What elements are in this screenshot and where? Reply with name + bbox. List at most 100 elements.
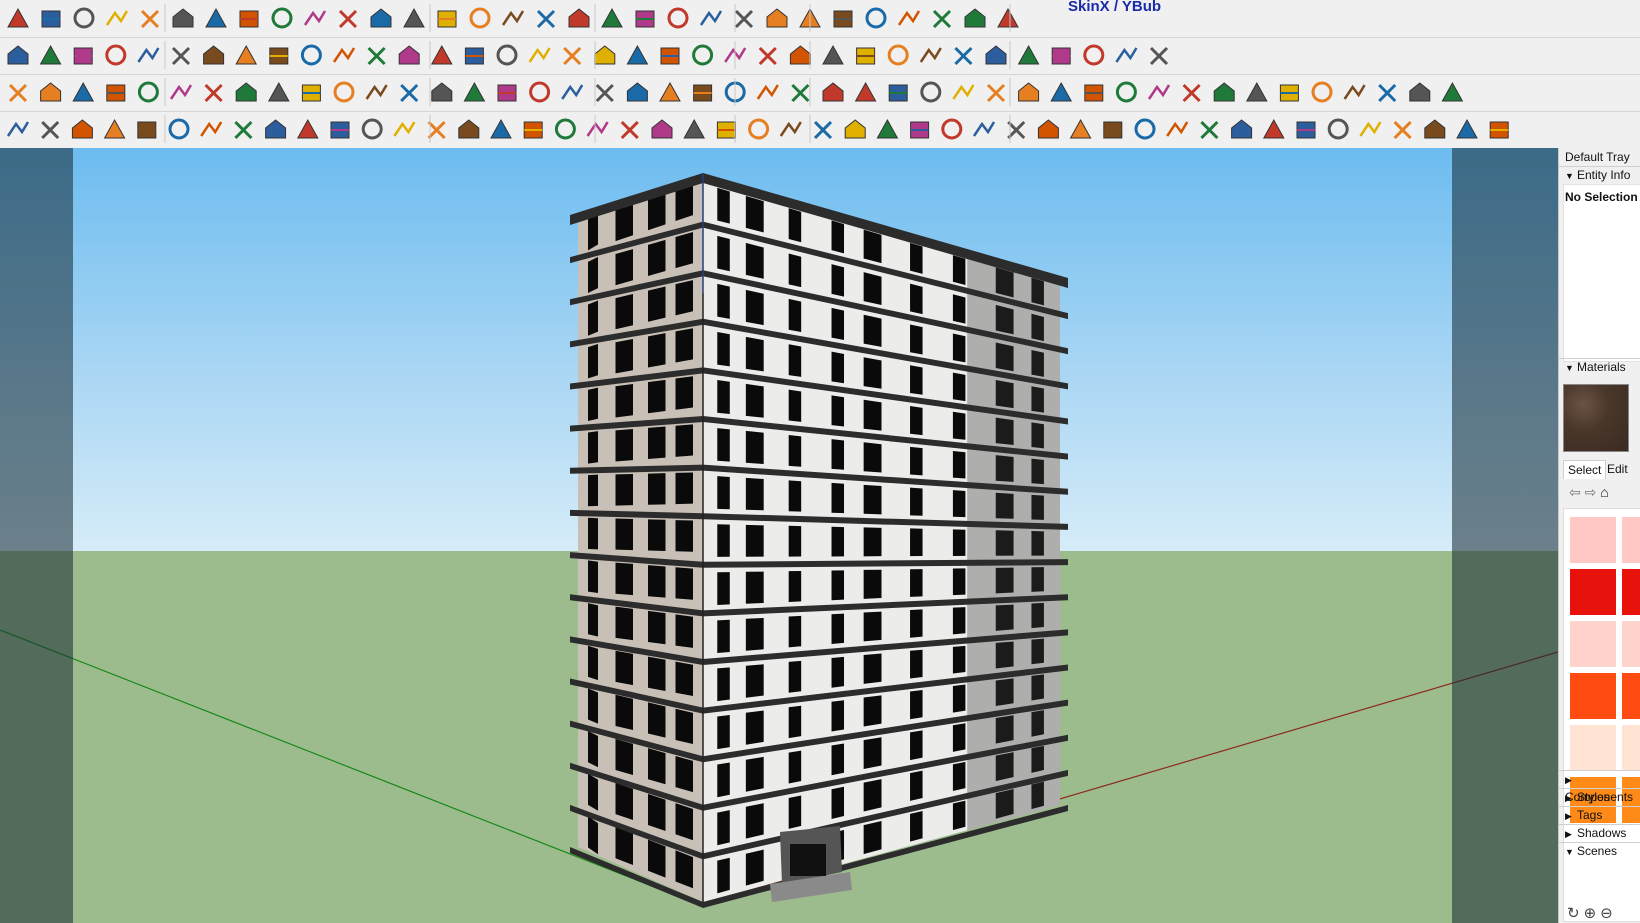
material-swatch[interactable] <box>1622 725 1640 771</box>
back-arrow-icon[interactable]: ⇦ <box>1569 484 1581 500</box>
r2-04-icon[interactable] <box>105 44 127 66</box>
text-icon[interactable] <box>403 7 425 28</box>
r4-34-icon[interactable] <box>1069 118 1092 139</box>
r2-27-icon[interactable] <box>856 47 876 65</box>
r3-06-icon[interactable] <box>169 84 193 100</box>
r3-36-icon[interactable] <box>1147 84 1171 100</box>
r2-29-icon[interactable] <box>919 47 942 63</box>
freehand-icon[interactable] <box>73 7 95 29</box>
layers-2-icon[interactable] <box>897 10 921 26</box>
r3-30-icon[interactable] <box>952 84 975 100</box>
r3-02-icon[interactable] <box>40 82 62 102</box>
r2-08-icon[interactable] <box>235 44 258 65</box>
layers-4-icon[interactable] <box>964 8 986 28</box>
r4-12-icon[interactable] <box>361 118 383 140</box>
r2-11-icon[interactable] <box>332 47 356 63</box>
materials-header[interactable]: ▼ Materials <box>1559 358 1640 375</box>
r4-18-icon[interactable] <box>554 118 576 140</box>
freehand-dropdown-icon[interactable] <box>105 10 129 26</box>
material-swatch[interactable] <box>1570 725 1616 771</box>
r4-32-icon[interactable] <box>1007 120 1026 140</box>
r3-10-icon[interactable] <box>301 84 321 102</box>
r4-25-icon[interactable] <box>779 121 802 137</box>
r3-01-icon[interactable] <box>8 83 28 103</box>
r3-42-icon[interactable] <box>1343 84 1366 100</box>
r4-11-icon[interactable] <box>330 121 350 139</box>
r2-10-icon[interactable] <box>300 44 322 66</box>
r4-21-icon[interactable] <box>651 119 673 139</box>
r3-17-icon[interactable] <box>529 81 551 103</box>
r3-20-icon[interactable] <box>626 82 648 102</box>
zoom-extents-icon[interactable] <box>568 8 590 28</box>
r3-45-icon[interactable] <box>1441 81 1464 102</box>
rectangle-icon[interactable] <box>140 9 160 29</box>
r4-15-icon[interactable] <box>458 119 480 139</box>
r2-32-icon[interactable] <box>1017 44 1040 65</box>
move-icon[interactable] <box>271 7 293 29</box>
material-swatch[interactable] <box>1570 517 1616 563</box>
tape-measure-icon[interactable] <box>370 8 392 28</box>
material-swatch[interactable] <box>1570 569 1616 615</box>
r2-16-icon[interactable] <box>496 44 518 66</box>
panel-tags[interactable]: ▶ Tags <box>1559 806 1640 823</box>
r3-18-icon[interactable] <box>561 84 584 100</box>
r3-07-icon[interactable] <box>204 83 223 103</box>
r4-06-icon[interactable] <box>168 118 190 140</box>
tab-select[interactable]: Select <box>1563 460 1607 479</box>
home-icon[interactable]: ⌂ <box>1600 484 1608 500</box>
r2-12-icon[interactable] <box>367 46 386 66</box>
forward-arrow-icon[interactable]: ⇨ <box>1585 484 1597 500</box>
r3-26-icon[interactable] <box>822 82 844 102</box>
r4-13-icon[interactable] <box>393 121 416 137</box>
r4-36-icon[interactable] <box>1134 118 1156 140</box>
r2-05-icon[interactable] <box>137 47 160 63</box>
r3-24-icon[interactable] <box>756 84 779 100</box>
r4-38-icon[interactable] <box>1200 120 1219 140</box>
r4-17-icon[interactable] <box>523 121 543 139</box>
r3-05-icon[interactable] <box>137 81 159 103</box>
pan-icon[interactable] <box>501 10 525 26</box>
r2-20-icon[interactable] <box>626 44 649 65</box>
r2-03-icon[interactable] <box>73 47 93 65</box>
r4-22-icon[interactable] <box>683 118 706 139</box>
r4-24-icon[interactable] <box>748 118 770 140</box>
play-icon[interactable] <box>997 7 1019 28</box>
r2-01-icon[interactable] <box>7 45 29 65</box>
r4-37-icon[interactable] <box>1166 121 1189 137</box>
r3-04-icon[interactable] <box>106 84 126 102</box>
building-model[interactable] <box>0 148 1558 923</box>
r3-11-icon[interactable] <box>333 81 355 103</box>
material-swatch[interactable] <box>1622 673 1640 719</box>
account-dropdown-icon[interactable] <box>766 8 788 28</box>
r2-13-icon[interactable] <box>398 45 420 65</box>
r4-02-icon[interactable] <box>41 120 60 140</box>
r2-15-icon[interactable] <box>464 47 484 65</box>
r3-40-icon[interactable] <box>1279 84 1299 102</box>
panel-shadows[interactable]: ▶ Shadows <box>1559 824 1640 841</box>
r2-36-icon[interactable] <box>1149 46 1169 66</box>
layers-1-icon[interactable] <box>865 7 887 29</box>
r3-15-icon[interactable] <box>463 81 486 102</box>
r4-19-icon[interactable] <box>586 121 609 137</box>
r3-34-icon[interactable] <box>1084 84 1104 102</box>
r3-25-icon[interactable] <box>791 83 810 103</box>
r4-26-icon[interactable] <box>813 120 833 140</box>
rotate-icon[interactable] <box>303 10 327 26</box>
r2-30-icon[interactable] <box>954 46 973 66</box>
r3-12-icon[interactable] <box>365 84 388 100</box>
r2-25-icon[interactable] <box>789 45 811 65</box>
r4-29-icon[interactable] <box>910 121 930 139</box>
r2-17-icon[interactable] <box>528 47 551 63</box>
r3-27-icon[interactable] <box>854 81 877 102</box>
r4-14-icon[interactable] <box>427 120 446 140</box>
r4-10-icon[interactable] <box>296 118 319 139</box>
r4-41-icon[interactable] <box>1296 121 1316 139</box>
r4-42-icon[interactable] <box>1327 118 1349 140</box>
extension-manager-icon[interactable] <box>699 10 723 26</box>
r3-44-icon[interactable] <box>1409 82 1431 102</box>
zoom-icon[interactable] <box>536 9 556 29</box>
add-scene-icon[interactable]: ⊕ <box>1584 905 1601 922</box>
r3-39-icon[interactable] <box>1245 81 1268 102</box>
r2-33-icon[interactable] <box>1051 47 1071 65</box>
r4-45-icon[interactable] <box>1424 119 1446 139</box>
